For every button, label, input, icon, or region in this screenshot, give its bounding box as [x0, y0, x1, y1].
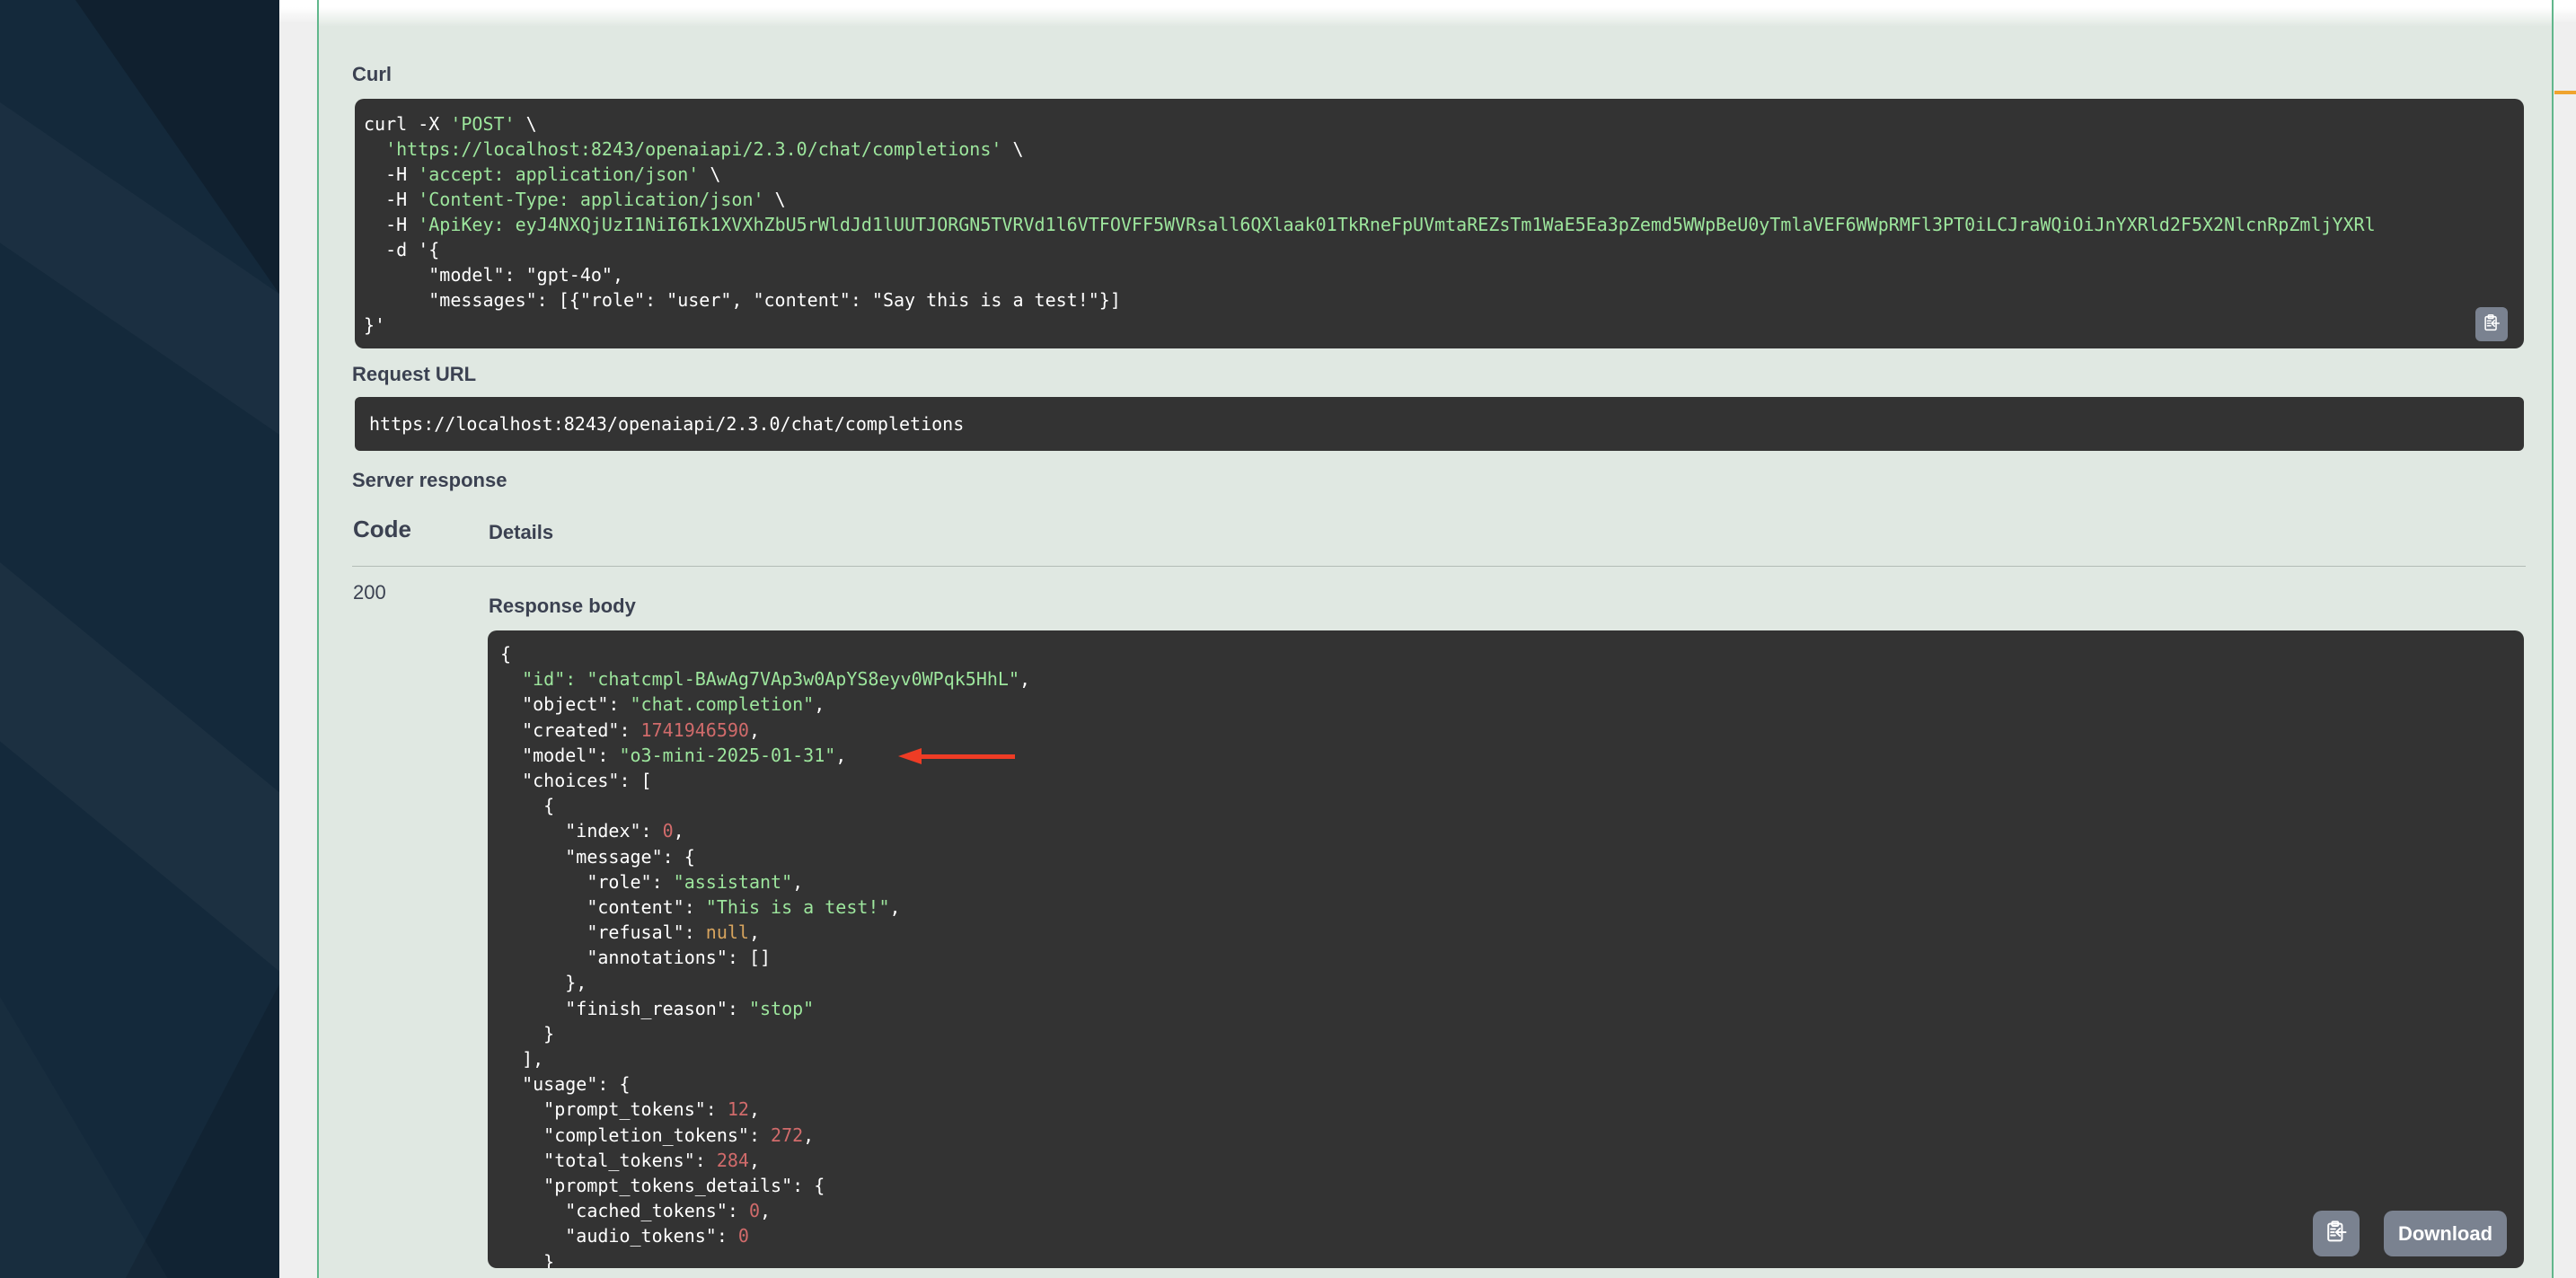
code-line: "message": { [500, 844, 2524, 869]
code-line: } [500, 1021, 2524, 1046]
code-line: } [500, 1249, 2524, 1269]
code-line: "model": "o3-mini-2025-01-31", [500, 743, 2524, 768]
code-line: }' [364, 313, 2515, 338]
copy-curl-button[interactable] [2475, 307, 2508, 341]
details-column-header: Details [489, 521, 553, 544]
code-line: "audio_tokens": 0 [500, 1223, 2524, 1248]
response-body-label: Response body [489, 595, 636, 618]
left-gutter [279, 0, 317, 1278]
swagger-response-page: Curl curl -X 'POST' \ 'https://localhost… [0, 0, 2576, 1278]
code-line: ], [500, 1046, 2524, 1071]
code-line: "finish_reason": "stop" [500, 996, 2524, 1021]
code-line: "choices": [ [500, 768, 2524, 793]
code-line: -H 'Content-Type: application/json' \ [364, 187, 2515, 212]
code-line: "role": "assistant", [500, 869, 2524, 895]
code-line: "model": "gpt-4o", [364, 262, 2515, 287]
table-header-divider [352, 566, 2526, 567]
copy-to-clipboard-icon [2324, 1220, 2349, 1247]
code-line: -H 'ApiKey: eyJ4NXQjUzI1NiI6Ik1XVXhZbU5r… [364, 212, 2515, 237]
code-column-header: Code [353, 516, 411, 542]
code-line: "cached_tokens": 0, [500, 1198, 2524, 1223]
code-line: "usage": { [500, 1071, 2524, 1097]
code-line: "prompt_tokens_details": { [500, 1173, 2524, 1198]
code-line: 'https://localhost:8243/openaiapi/2.3.0/… [364, 137, 2515, 162]
code-line: }, [500, 970, 2524, 995]
code-line: "id": "chatcmpl-BAwAg7VAp3w0ApYS8eyv0WPq… [500, 666, 2524, 692]
code-line: "refusal": null, [500, 920, 2524, 945]
curl-command-block[interactable]: curl -X 'POST' \ 'https://localhost:8243… [355, 99, 2524, 348]
code-line: "annotations": [] [500, 945, 2524, 970]
code-line: "object": "chat.completion", [500, 692, 2524, 717]
code-line: "prompt_tokens": 12, [500, 1097, 2524, 1122]
right-strip [2554, 0, 2576, 1278]
copy-to-clipboard-icon [2482, 313, 2501, 336]
download-button[interactable]: Download [2384, 1211, 2507, 1256]
code-line: "created": 1741946590, [500, 718, 2524, 743]
sidebar [0, 0, 279, 1278]
code-line: "completion_tokens": 272, [500, 1123, 2524, 1148]
code-line: "content": "This is a test!", [500, 895, 2524, 920]
post-operation-panel: Curl curl -X 'POST' \ 'https://localhost… [317, 0, 2554, 1278]
orange-fragment [2554, 91, 2576, 94]
curl-label: Curl [352, 63, 392, 86]
copy-response-button[interactable] [2313, 1211, 2360, 1256]
response-body-block[interactable]: { "id": "chatcmpl-BAwAg7VAp3w0ApYS8eyv0W… [488, 630, 2524, 1268]
code-line: "index": 0, [500, 818, 2524, 843]
code-line: { [500, 793, 2524, 818]
code-line: "messages": [{"role": "user", "content":… [364, 287, 2515, 313]
code-line: "total_tokens": 284, [500, 1148, 2524, 1173]
request-url-value: https://localhost:8243/openaiapi/2.3.0/c… [355, 397, 2524, 451]
response-json-text: { "id": "chatcmpl-BAwAg7VAp3w0ApYS8eyv0W… [500, 641, 2524, 1268]
request-url-label: Request URL [352, 363, 476, 386]
code-line: { [500, 641, 2524, 666]
request-url-block: https://localhost:8243/openaiapi/2.3.0/c… [355, 397, 2524, 451]
status-code: 200 [353, 581, 386, 604]
server-response-label: Server response [352, 469, 507, 492]
code-line: curl -X 'POST' \ [364, 111, 2515, 137]
curl-command-text: curl -X 'POST' \ 'https://localhost:8243… [364, 111, 2515, 338]
code-line: -d '{ [364, 237, 2515, 262]
code-line: -H 'accept: application/json' \ [364, 162, 2515, 187]
